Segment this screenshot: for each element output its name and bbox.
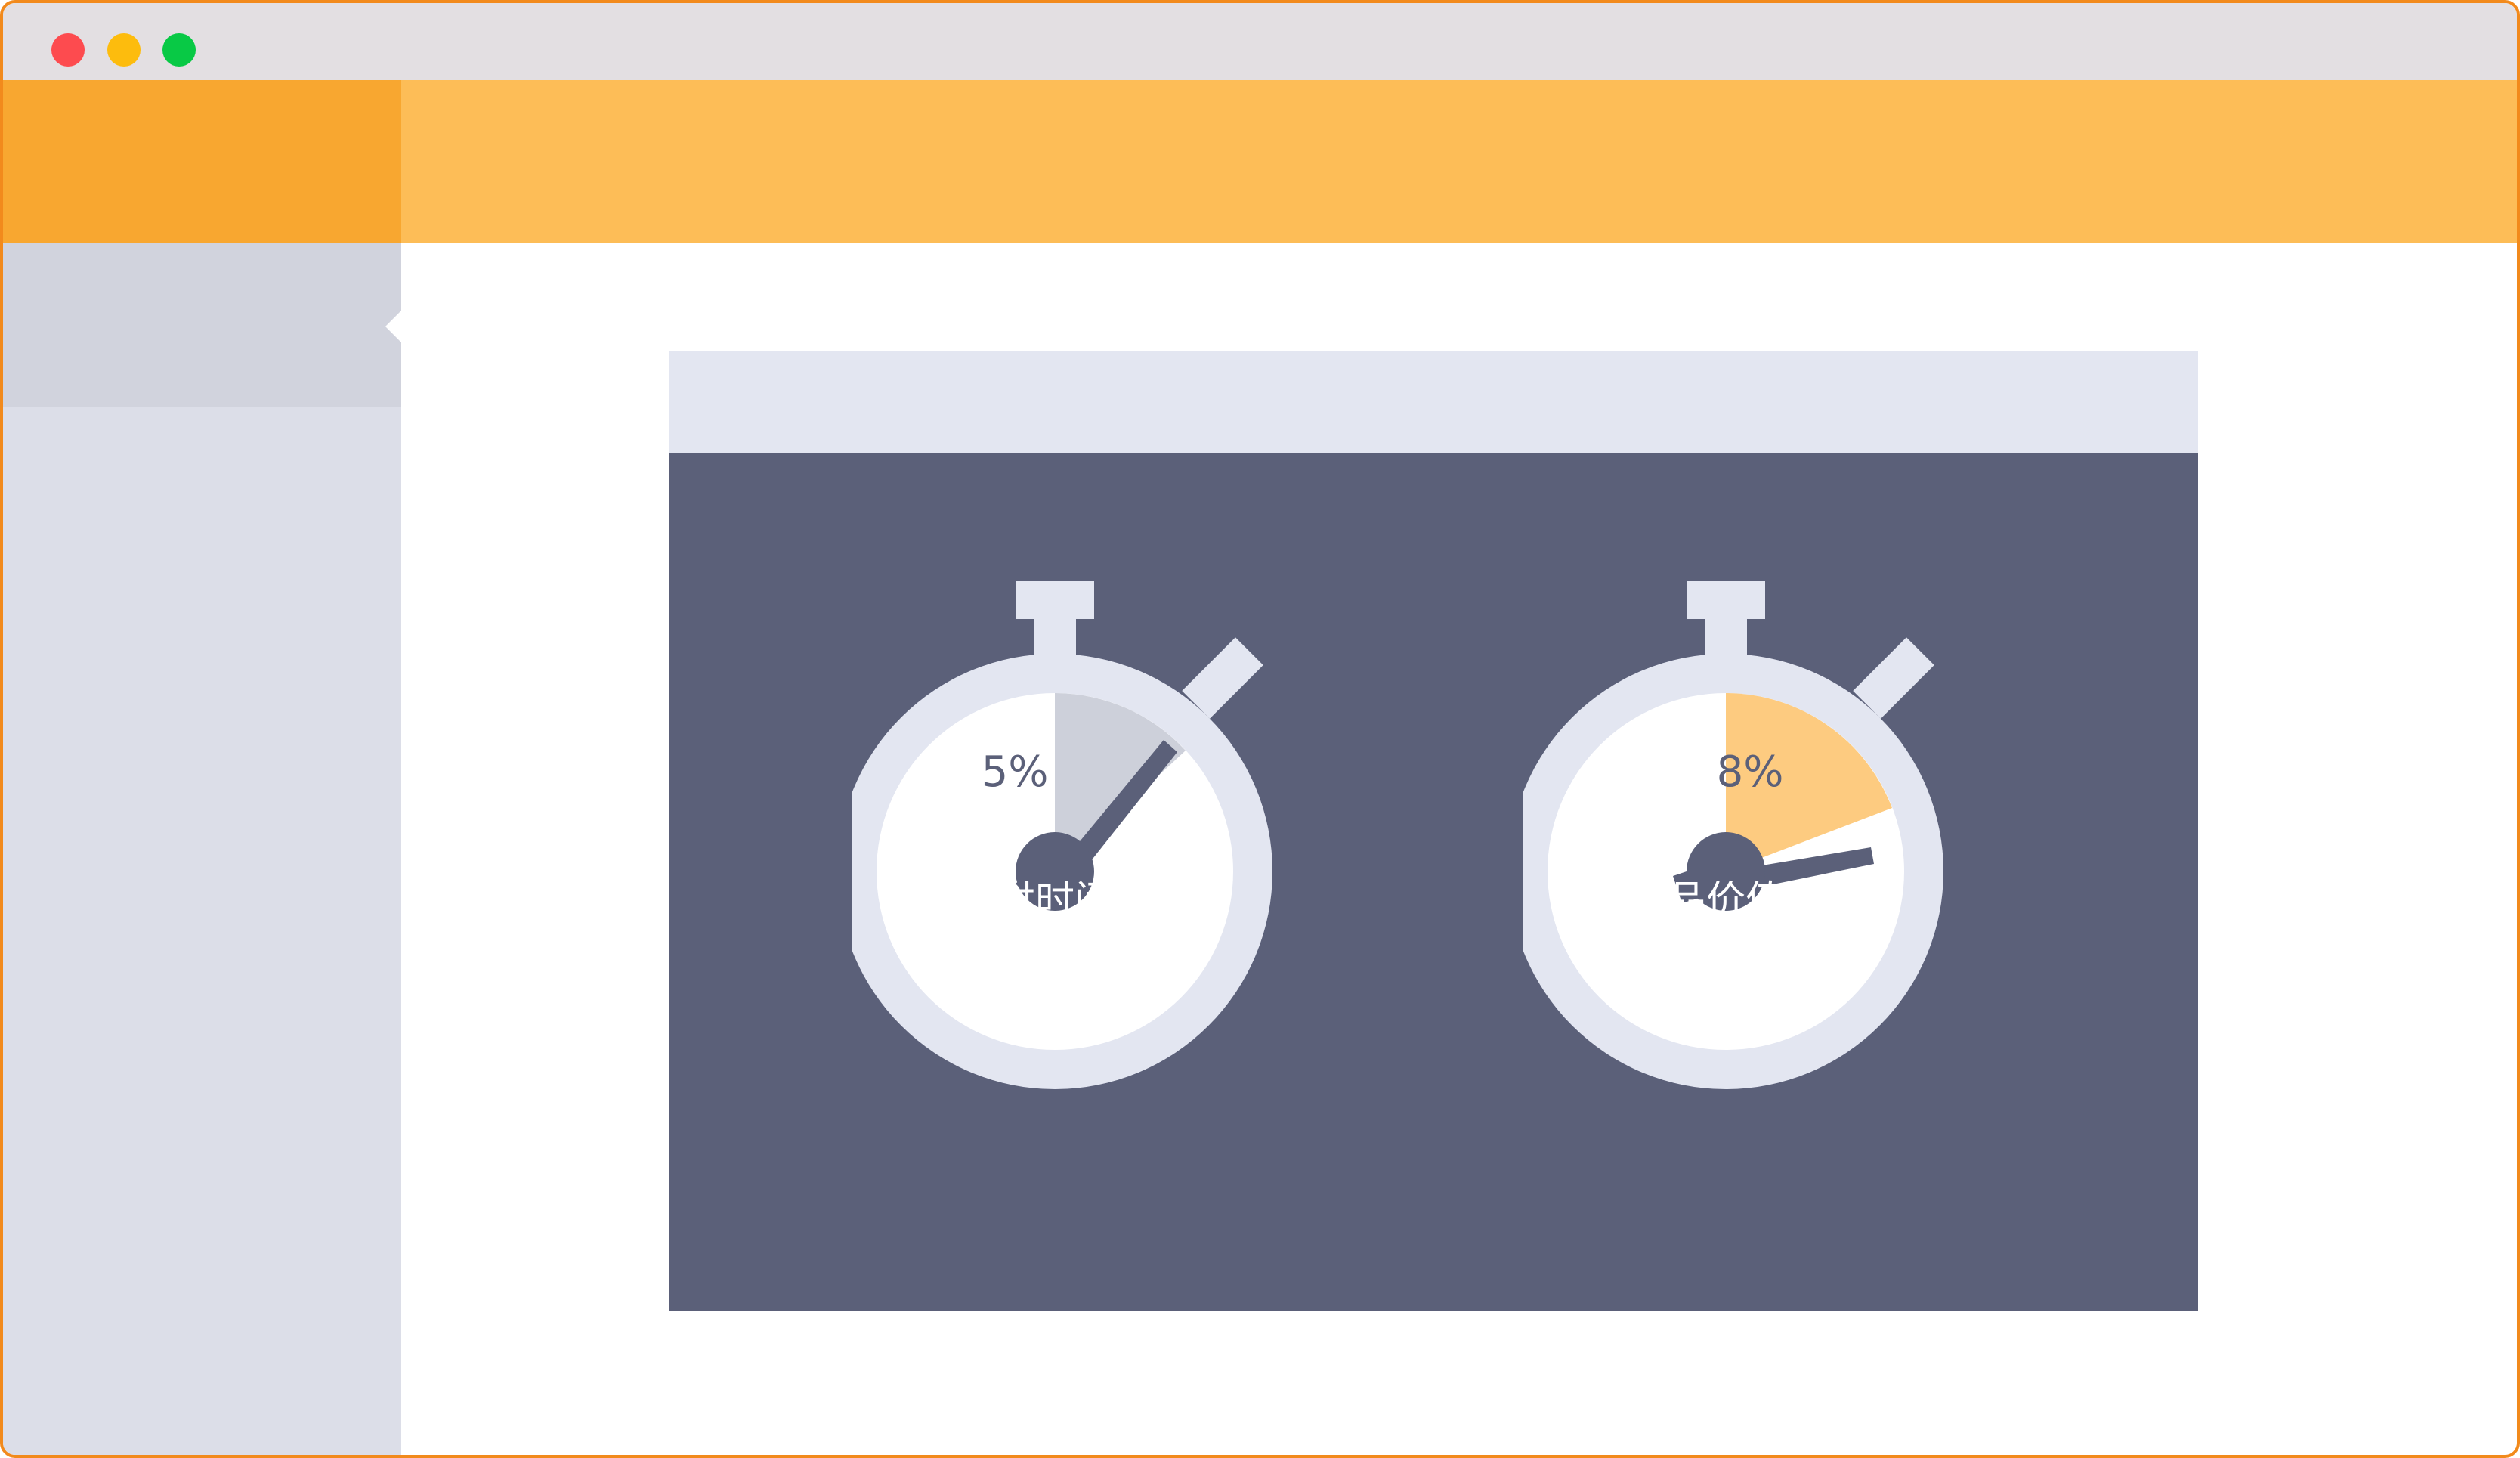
gauge-value-product: 8% (1716, 748, 1784, 797)
stopwatch-icon (852, 581, 1272, 1089)
app-window: 5% 交付时间短 8% 产品价值高 (0, 0, 2520, 1458)
gauge-value-delivery: 5% (981, 748, 1049, 797)
active-indicator-arrow (385, 310, 402, 343)
title-bar (3, 3, 2517, 80)
card-body: 5% 交付时间短 8% 产品价值高 (669, 453, 2198, 1311)
stopwatch-icon (1523, 581, 1943, 1089)
card-header (669, 351, 2198, 453)
header-bar (401, 80, 2517, 243)
stopwatch-gauge-value: 8% (1523, 580, 2007, 1109)
close-button[interactable] (51, 33, 85, 67)
sidebar (3, 243, 401, 1455)
gauge-label-product: 产品价值高 (1627, 878, 1824, 924)
minimize-button[interactable] (107, 33, 141, 67)
stopwatch-gauge-delivery: 5% (852, 580, 1336, 1109)
sidebar-item-active[interactable] (3, 243, 401, 407)
header-logo-area (3, 80, 401, 243)
content-card: 5% 交付时间短 8% 产品价值高 (669, 351, 2198, 1311)
gauge-label-delivery: 交付时间短 (956, 878, 1153, 924)
zoom-button[interactable] (162, 33, 196, 67)
